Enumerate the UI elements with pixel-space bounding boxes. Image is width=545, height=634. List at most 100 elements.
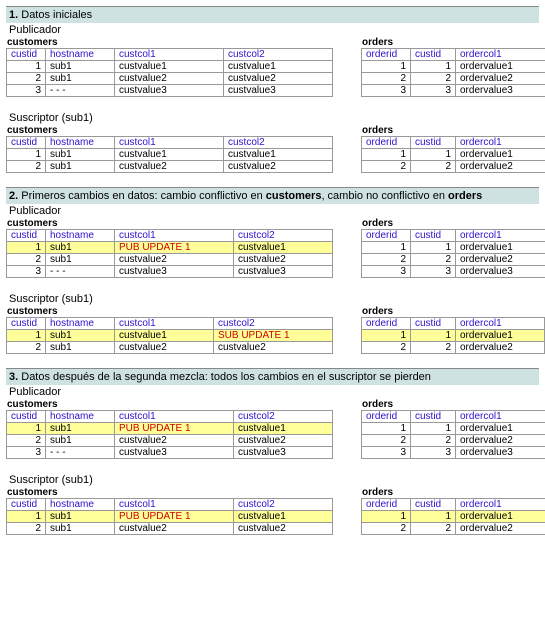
table-cell: 1 bbox=[7, 61, 46, 73]
table-cell: 2 bbox=[362, 73, 411, 85]
customers-table-name: customers bbox=[6, 399, 333, 410]
table-cell: ordervalue1 bbox=[456, 423, 545, 435]
table-cell: PUB UPDATE 1 bbox=[115, 242, 234, 254]
table-cell: sub1 bbox=[46, 330, 115, 342]
table-cell: ordervalue1 bbox=[456, 511, 545, 523]
table-cell: custvalue3 bbox=[224, 85, 333, 97]
table-cell: sub1 bbox=[46, 242, 115, 254]
customers-table-name: customers bbox=[6, 37, 333, 48]
orders-col-ordercol1: ordercol1 bbox=[456, 230, 545, 242]
customers-col-hostname: hostname bbox=[46, 230, 115, 242]
customers-table: custidhostnamecustcol1custcol21sub1custv… bbox=[6, 48, 333, 97]
customers-col-custid: custid bbox=[7, 49, 46, 61]
section-title: 3. Datos después de la segunda mezcla: t… bbox=[6, 368, 539, 385]
orders-col-custid: custid bbox=[411, 230, 456, 242]
orders-col-ordercol1: ordercol1 bbox=[456, 137, 545, 149]
orders-table: orderidcustidordercol1ordercol211orderva… bbox=[361, 48, 545, 97]
customers-table: custidhostnamecustcol1custcol21sub1PUB U… bbox=[6, 410, 333, 459]
customers-col-hostname: hostname bbox=[46, 318, 115, 330]
table-cell: 3 bbox=[362, 447, 411, 459]
tables-row: customerscustidhostnamecustcol1custcol21… bbox=[6, 306, 539, 354]
table-cell: ordervalue2 bbox=[456, 161, 545, 173]
table-cell: custvalue3 bbox=[115, 447, 234, 459]
tables-row: customerscustidhostnamecustcol1custcol21… bbox=[6, 399, 539, 459]
table-cell: custvalue2 bbox=[234, 523, 333, 535]
table-cell: custvalue1 bbox=[234, 511, 333, 523]
customers-table: custidhostnamecustcol1custcol21sub1custv… bbox=[6, 136, 333, 173]
table-row: 3- - -custvalue3custvalue3 bbox=[7, 447, 333, 459]
orders-col-orderid: orderid bbox=[362, 318, 411, 330]
table-cell: 1 bbox=[7, 511, 46, 523]
table-cell: ordervalue1 bbox=[456, 242, 545, 254]
table-cell: 2 bbox=[362, 523, 411, 535]
role-label: Suscriptor (sub1) bbox=[6, 111, 539, 125]
customers-col-custcol2: custcol2 bbox=[224, 137, 333, 149]
tables-row: customerscustidhostnamecustcol1custcol21… bbox=[6, 218, 539, 278]
table-cell: sub1 bbox=[46, 61, 115, 73]
table-cell: 2 bbox=[362, 435, 411, 447]
customers-col-custid: custid bbox=[7, 411, 46, 423]
table-cell: 2 bbox=[411, 435, 456, 447]
table-cell: custvalue2 bbox=[214, 342, 333, 354]
table-cell: custvalue1 bbox=[234, 423, 333, 435]
orders-col-custid: custid bbox=[411, 499, 456, 511]
table-cell: 1 bbox=[362, 149, 411, 161]
customers-col-custcol2: custcol2 bbox=[234, 411, 333, 423]
table-cell: 2 bbox=[362, 342, 411, 354]
table-row: 1sub1custvalue1custvalue1 bbox=[7, 61, 333, 73]
table-cell: custvalue2 bbox=[115, 435, 234, 447]
orders-col-ordercol1: ordercol1 bbox=[456, 411, 545, 423]
table-cell: custvalue2 bbox=[224, 73, 333, 85]
table-row: 3- - -custvalue3custvalue3 bbox=[7, 85, 333, 97]
customers-col-custcol2: custcol2 bbox=[214, 318, 333, 330]
table-row: 2sub1custvalue2custvalue2 bbox=[7, 342, 333, 354]
table-cell: 3 bbox=[411, 85, 456, 97]
orders-table: orderidcustidordercol1ordercol211orderva… bbox=[361, 136, 545, 173]
table-row: 11ordervalue1ordervalue1 bbox=[362, 61, 545, 73]
table-cell: custvalue1 bbox=[234, 242, 333, 254]
customers-col-hostname: hostname bbox=[46, 499, 115, 511]
table-cell: custvalue3 bbox=[234, 447, 333, 459]
role-label: Publicador bbox=[6, 385, 539, 399]
orders-table-name: orders bbox=[361, 399, 545, 410]
table-row: 33ordervalue3ordervalue3 bbox=[362, 447, 545, 459]
table-cell: 2 bbox=[362, 161, 411, 173]
table-cell: PUB UPDATE 1 bbox=[115, 423, 234, 435]
table-cell: custvalue1 bbox=[115, 149, 224, 161]
role-label: Suscriptor (sub1) bbox=[6, 292, 539, 306]
table-cell: - - - bbox=[46, 85, 115, 97]
table-cell: - - - bbox=[46, 266, 115, 278]
table-row: 11ordervalue1ordervalue1 bbox=[362, 242, 545, 254]
table-cell: ordervalue1 bbox=[456, 61, 545, 73]
table-cell: 3 bbox=[7, 447, 46, 459]
table-cell: 2 bbox=[362, 254, 411, 266]
table-cell: sub1 bbox=[46, 423, 115, 435]
customers-col-custcol1: custcol1 bbox=[115, 411, 234, 423]
tables-row: customerscustidhostnamecustcol1custcol21… bbox=[6, 125, 539, 173]
table-row: 1sub1PUB UPDATE 1custvalue1 bbox=[7, 242, 333, 254]
orders-col-orderid: orderid bbox=[362, 49, 411, 61]
table-cell: custvalue1 bbox=[115, 330, 214, 342]
customers-col-custcol2: custcol2 bbox=[234, 230, 333, 242]
orders-col-orderid: orderid bbox=[362, 230, 411, 242]
section-title: 2. Primeros cambios en datos: cambio con… bbox=[6, 187, 539, 204]
table-cell: custvalue2 bbox=[224, 161, 333, 173]
customers-col-custid: custid bbox=[7, 499, 46, 511]
table-cell: 1 bbox=[362, 61, 411, 73]
table-cell: 2 bbox=[411, 342, 456, 354]
table-cell: 1 bbox=[411, 242, 456, 254]
orders-table-name: orders bbox=[361, 125, 545, 136]
customers-col-custcol1: custcol1 bbox=[115, 318, 214, 330]
table-cell: custvalue2 bbox=[234, 435, 333, 447]
table-cell: 3 bbox=[411, 447, 456, 459]
table-cell: 1 bbox=[362, 330, 411, 342]
table-cell: sub1 bbox=[46, 161, 115, 173]
orders-table-name: orders bbox=[361, 306, 545, 317]
table-row: 11ordervalue1SUB UPDATE 1 bbox=[362, 330, 545, 342]
table-cell: SUB UPDATE 1 bbox=[214, 330, 333, 342]
table-cell: ordervalue3 bbox=[456, 447, 545, 459]
customers-col-custcol2: custcol2 bbox=[234, 499, 333, 511]
table-cell: sub1 bbox=[46, 342, 115, 354]
customers-col-custcol1: custcol1 bbox=[115, 137, 224, 149]
document-root: 1. Datos inicialesPublicadorcustomerscus… bbox=[6, 6, 539, 535]
